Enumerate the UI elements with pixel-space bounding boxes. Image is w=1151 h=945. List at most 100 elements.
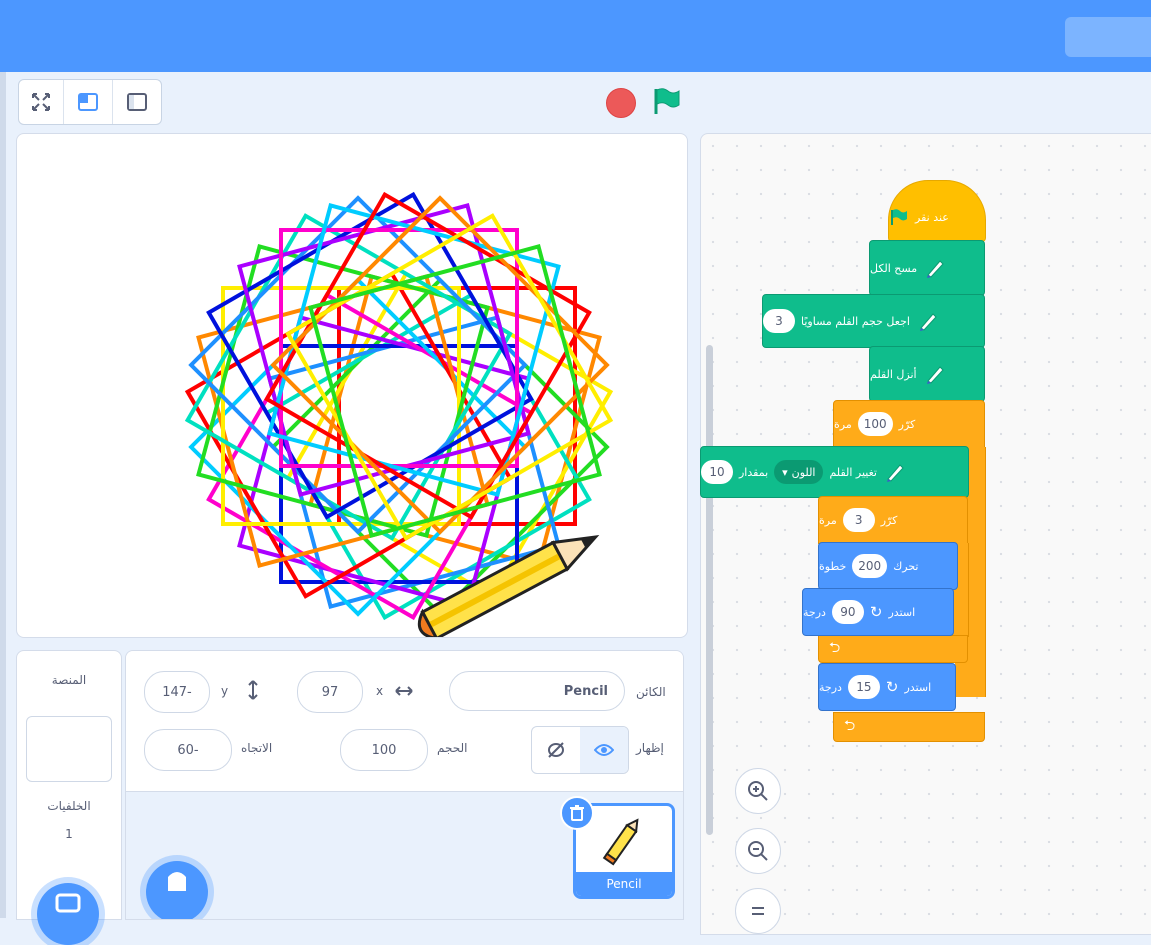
zoom-out-button[interactable] (735, 828, 781, 874)
turn-label: استدر (904, 680, 932, 694)
sprite-name-input[interactable]: Pencil (449, 671, 625, 711)
repeat-3-block[interactable]: كرّر 3 مرة (818, 496, 968, 544)
pen-param-value: اللون (791, 465, 816, 479)
fullscreen-button[interactable] (19, 80, 64, 124)
erase-all-label: مسح الكل (870, 261, 918, 275)
pencil-thumbnail-icon (602, 818, 639, 866)
top-bar-button[interactable] (1065, 17, 1151, 57)
turn-15-block[interactable]: استدر ↻ 15 درجة (818, 663, 956, 711)
size-input[interactable]: 100 (340, 729, 428, 771)
fullscreen-icon (32, 93, 50, 111)
when-flag-label: عند نقر (915, 210, 949, 224)
sprite-tile-label: Pencil (576, 872, 672, 896)
delete-sprite-button[interactable] (560, 796, 594, 830)
erase-all-block[interactable]: مسح الكل (869, 240, 985, 296)
pen-down-label: أنزل القلم (870, 367, 917, 381)
left-edge (0, 72, 6, 918)
top-bar (0, 0, 1151, 72)
sprite-add-icon (168, 872, 186, 891)
repeat-label: كرّر (898, 417, 916, 431)
move-steps-block[interactable]: تحرك 200 خطوة (818, 542, 958, 590)
sprite-name-value: Pencil (563, 683, 608, 699)
repeat-label: كرّر (880, 513, 898, 527)
direction-value: 60- (177, 742, 199, 758)
turn-90-block[interactable]: استدر ↻ 90 درجة (802, 588, 954, 636)
turn-outer-input[interactable]: 15 (847, 675, 880, 699)
direction-label: الاتجاه (241, 741, 273, 755)
sprite-info: الكائن Pencil x 97 y 147- إظهار الحجم 10… (126, 651, 683, 792)
y-input[interactable]: 147- (144, 671, 210, 713)
add-backdrop-button[interactable] (37, 883, 99, 945)
repeat-100-block[interactable]: كرّر 100 مرة (833, 400, 985, 448)
large-stage-button[interactable] (113, 80, 161, 124)
pen-icon (883, 460, 907, 484)
x-value: 97 (321, 684, 339, 700)
large-stage-icon (127, 93, 147, 111)
sprite-panel: الكائن Pencil x 97 y 147- إظهار الحجم 10… (125, 650, 684, 920)
add-sprite-button[interactable] (146, 861, 208, 919)
rotate-right-icon: ↻ (885, 678, 899, 696)
set-pen-size-label: اجعل حجم القلم مساويًا (801, 314, 910, 328)
rotate-right-icon: ↻ (869, 603, 883, 621)
hide-sprite-button[interactable] (532, 727, 580, 773)
show-label: إظهار (636, 741, 664, 755)
turn-degrees-label: درجة (803, 605, 826, 619)
set-pen-size-block[interactable]: اجعل حجم القلم مساويًا 3 (762, 294, 985, 348)
stage-target-panel[interactable]: المنصة الخلفيات 1 (16, 650, 122, 945)
direction-input[interactable]: 60- (144, 729, 232, 771)
y-value: 147- (162, 684, 192, 700)
zoom-in-button[interactable] (735, 768, 781, 814)
stage-thumbnail[interactable] (26, 716, 112, 782)
stage-title: المنصة (51, 673, 87, 687)
pen-param-dropdown[interactable]: اللون ▾ (774, 460, 824, 484)
stop-button[interactable] (606, 88, 636, 118)
dropdown-arrow-icon: ▾ (782, 465, 788, 479)
turn-label: استدر (888, 605, 916, 619)
eye-slash-icon (548, 742, 564, 758)
inner-repeat-input[interactable]: 3 (842, 508, 875, 532)
green-flag-icon[interactable] (651, 86, 681, 116)
x-input[interactable]: 97 (297, 671, 363, 713)
zoom-out-icon (748, 841, 768, 861)
repeat-times-label: مرة (819, 513, 837, 527)
code-scrollbar[interactable] (706, 345, 713, 835)
small-stage-icon (78, 93, 98, 111)
change-pen-label: تغيير القلم (829, 465, 877, 479)
turn-degrees-label: درجة (819, 680, 842, 694)
repeat-times-label: مرة (834, 417, 852, 431)
repeat-3-footer: ⮌ (818, 635, 968, 663)
stage-mode-group (18, 79, 162, 125)
outer-repeat-input[interactable]: 100 (857, 412, 893, 436)
change-pen-by-label: بمقدار (739, 465, 769, 479)
turn-inner-input[interactable]: 90 (831, 600, 864, 624)
pencil-sprite[interactable] (387, 534, 617, 638)
sprite-name-label: الكائن (636, 685, 666, 699)
loop-arrow-icon: ⮌ (844, 718, 856, 734)
change-pen-color-block[interactable]: تغيير القلم اللون ▾ بمقدار 10 (700, 446, 969, 498)
zoom-in-icon (748, 781, 768, 801)
pen-size-input[interactable]: 3 (763, 309, 795, 333)
stage-canvas[interactable] (16, 133, 688, 638)
small-stage-button[interactable] (64, 80, 113, 124)
move-label: تحرك (893, 559, 919, 573)
eye-icon (594, 744, 614, 756)
show-sprite-button[interactable] (580, 727, 628, 773)
move-steps-label: خطوة (819, 559, 847, 573)
trash-icon (570, 805, 584, 821)
x-arrow-icon (395, 686, 413, 696)
green-flag-icon (891, 209, 907, 225)
move-steps-input[interactable]: 200 (852, 554, 888, 578)
y-label: y (221, 684, 229, 698)
backdrops-label: الخلفيات (47, 799, 91, 813)
zoom-reset-button[interactable] (735, 888, 781, 934)
backdrop-add-icon (55, 893, 81, 913)
repeat-100-footer: ⮌ (833, 712, 985, 742)
pen-down-block[interactable]: أنزل القلم (869, 346, 985, 402)
visibility-toggle (531, 726, 629, 774)
size-value: 100 (371, 742, 397, 758)
x-label: x (376, 684, 384, 698)
size-label: الحجم (437, 741, 468, 755)
when-flag-clicked-block[interactable]: عند نقر (888, 180, 986, 242)
loop-arrow-icon: ⮌ (829, 640, 841, 656)
change-pen-input[interactable]: 10 (701, 460, 733, 484)
